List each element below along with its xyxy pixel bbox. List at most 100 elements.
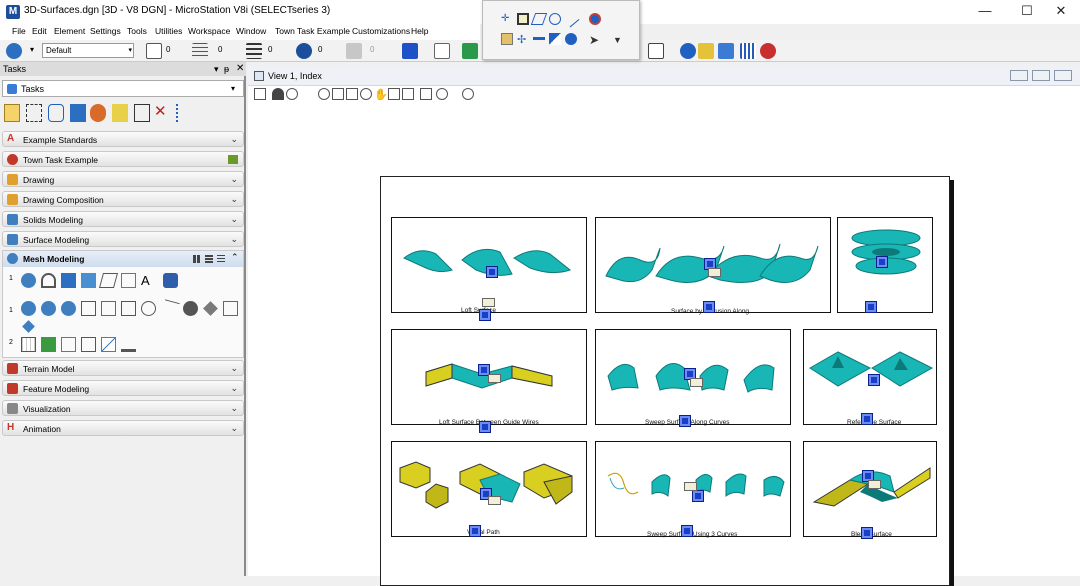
element-handle-icon[interactable] — [865, 301, 877, 313]
element-handle-icon[interactable] — [486, 266, 498, 278]
example-frame-6[interactable] — [803, 329, 937, 425]
rotate-view-icon[interactable] — [360, 88, 372, 100]
element-handle-icon[interactable] — [876, 256, 888, 268]
element-handle-icon[interactable] — [861, 413, 873, 425]
task-section-drawing-composition[interactable]: Drawing Composition ⌄ — [2, 191, 244, 207]
menu-town-task-example[interactable]: Town Task Example — [275, 26, 350, 36]
mesh-clip-icon[interactable] — [223, 301, 238, 316]
copy-icon[interactable] — [70, 104, 86, 122]
view-close-button[interactable] — [1054, 70, 1072, 81]
zoom-in-icon[interactable] — [286, 88, 298, 100]
example-frame-3[interactable] — [837, 217, 933, 313]
menu-settings[interactable]: Settings — [90, 26, 121, 36]
example-frame-2[interactable] — [595, 217, 831, 313]
minimize-button[interactable]: — — [966, 0, 1004, 24]
task-section-animation[interactable]: H Animation ⌄ — [2, 420, 244, 436]
task-section-drawing[interactable]: Drawing ⌄ — [2, 171, 244, 187]
view-minimize-button[interactable] — [1010, 70, 1028, 81]
element-info-icon[interactable] — [648, 43, 664, 59]
mesh-split-icon[interactable] — [41, 301, 56, 316]
close-button[interactable]: ✕ — [1042, 0, 1080, 24]
help-icon[interactable] — [680, 43, 696, 59]
mesh-diamond-icon[interactable] — [203, 301, 218, 316]
view-previous-icon[interactable] — [388, 88, 400, 100]
level-manager-icon[interactable] — [6, 43, 22, 59]
mesh-cylinder-icon[interactable] — [163, 273, 178, 288]
mesh-vertex-icon[interactable] — [81, 301, 96, 316]
calculator-icon[interactable] — [718, 43, 734, 59]
grid-icon[interactable] — [740, 43, 756, 59]
menu-element[interactable]: Element — [54, 26, 85, 36]
element-handle-icon[interactable] — [861, 527, 873, 539]
mesh-grid-icon[interactable] — [21, 337, 36, 352]
mesh-box-icon[interactable] — [61, 337, 76, 352]
mesh-slice-icon[interactable] — [161, 299, 180, 318]
color-icon[interactable] — [146, 43, 162, 59]
element-selection-icon[interactable] — [4, 104, 20, 122]
maximize-button[interactable]: ☐ — [1008, 0, 1046, 24]
place-fence-icon[interactable] — [26, 104, 42, 122]
circle-icon[interactable] — [549, 13, 561, 25]
mesh-region-icon[interactable] — [121, 273, 136, 288]
cursor-icon[interactable]: ➤ — [589, 33, 601, 47]
point-icon[interactable]: ✛ — [501, 13, 513, 25]
spreadsheet-icon[interactable] — [462, 43, 478, 59]
element-handle-icon[interactable] — [479, 421, 491, 433]
mesh-text-icon[interactable]: A — [141, 273, 156, 288]
menu-workspace[interactable]: Workspace — [188, 26, 230, 36]
chevron-up-icon[interactable]: ⌃ — [231, 252, 239, 263]
tasks-combo[interactable]: Tasks ▾ — [2, 80, 244, 97]
menu-tools[interactable]: Tools — [127, 26, 147, 36]
line-weight-icon[interactable] — [246, 43, 262, 59]
menu-edit[interactable]: Edit — [32, 26, 47, 36]
menu-help[interactable]: Help — [411, 26, 428, 36]
pan-view-icon[interactable]: ✋ — [374, 88, 388, 101]
camera-icon[interactable] — [436, 88, 448, 100]
task-section-feature-modeling[interactable]: Feature Modeling ⌄ — [2, 380, 244, 396]
menu-utilities[interactable]: Utilities — [155, 26, 182, 36]
zoom-out-icon[interactable] — [318, 88, 330, 100]
parallelogram-icon[interactable] — [530, 13, 548, 25]
mesh-face-icon[interactable] — [101, 301, 116, 316]
example-frame-1[interactable] — [391, 217, 587, 313]
element-handle-icon[interactable] — [681, 525, 693, 537]
element-handle-icon[interactable] — [868, 374, 880, 386]
list-view-icon[interactable] — [205, 255, 213, 263]
close-icon[interactable]: ✕ — [236, 63, 244, 74]
mesh-flip-icon[interactable] — [141, 301, 156, 316]
view-settings-icon[interactable] — [462, 88, 474, 100]
element-handle-icon[interactable] — [703, 301, 715, 313]
delete-element-icon[interactable] — [48, 104, 64, 122]
folder-icon[interactable] — [698, 43, 714, 59]
mesh-sphere-icon[interactable] — [21, 273, 36, 288]
move-icon[interactable]: ✢ — [517, 33, 529, 46]
mesh-smooth-icon[interactable] — [183, 301, 198, 316]
task-section-terrain-model[interactable]: Terrain Model ⌄ — [2, 360, 244, 376]
task-section-visualization[interactable]: Visualization ⌄ — [2, 400, 244, 416]
mesh-edge-icon[interactable] — [81, 273, 96, 288]
window-area-icon[interactable] — [332, 88, 344, 100]
detail-view-icon[interactable] — [217, 255, 225, 263]
mesh-pyramid-icon[interactable] — [22, 320, 35, 333]
fit-view-icon[interactable] — [346, 88, 358, 100]
element-handle-icon[interactable] — [469, 525, 481, 537]
mesh-collapse-icon[interactable] — [121, 301, 136, 316]
clip-volume-icon[interactable] — [420, 88, 432, 100]
pin-icon[interactable]: ᵽ — [224, 64, 229, 74]
element-class-icon[interactable] — [296, 43, 312, 59]
page-icon[interactable] — [434, 43, 450, 59]
menu-window[interactable]: Window — [236, 26, 266, 36]
menu-customizations[interactable]: Customizations — [352, 26, 410, 36]
mesh-modeling-header[interactable]: Mesh Modeling ⌃ — [3, 251, 243, 267]
view-attributes-icon[interactable] — [254, 88, 266, 100]
example-frame-4[interactable] — [391, 329, 587, 425]
grid-view-icon[interactable] — [193, 255, 201, 263]
line-style-icon[interactable] — [192, 43, 208, 59]
view-next-icon[interactable] — [402, 88, 414, 100]
example-frame-8[interactable] — [595, 441, 791, 537]
transparency-icon[interactable] — [346, 43, 362, 59]
mesh-arc-icon[interactable] — [41, 273, 56, 288]
task-section-town-task-example[interactable]: Town Task Example — [2, 151, 244, 167]
mesh-diagonal-icon[interactable] — [101, 337, 116, 352]
align-icon[interactable] — [176, 104, 192, 122]
